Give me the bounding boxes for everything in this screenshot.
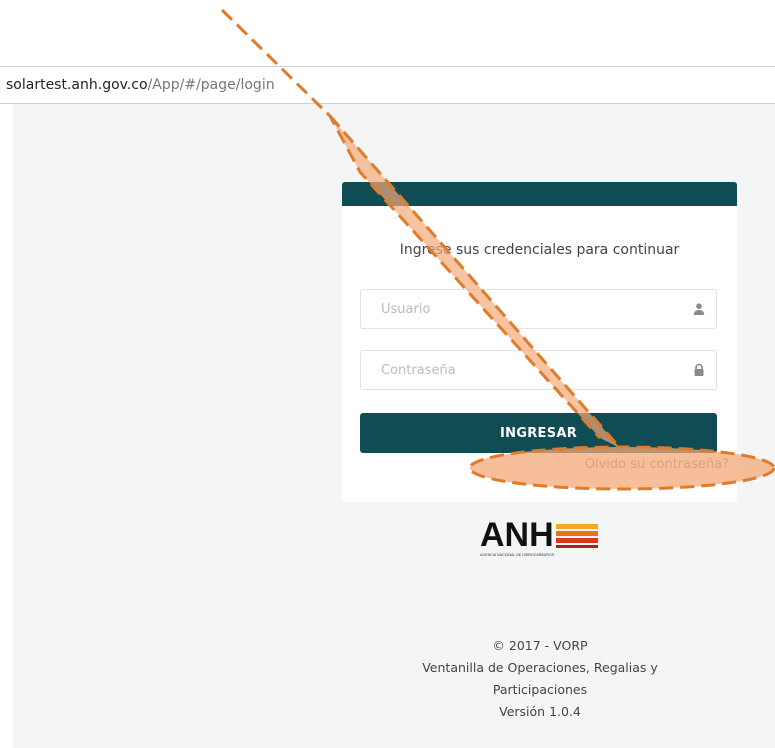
url-text[interactable]: solartest.anh.gov.co/App/#/page/login [6,77,275,93]
username-field[interactable] [360,289,717,329]
lock-icon [694,363,704,376]
anh-logo: ANH AGENCIA NACIONAL DE HIDROCARBUROS [480,516,598,557]
url-path: /App/#/page/login [147,77,275,93]
forgot-password-link[interactable]: Olvido su contraseña? [585,457,729,472]
footer-line1: Ventanilla de Operaciones, Regalias y [422,660,658,675]
logo-subtext: AGENCIA NACIONAL DE HIDROCARBUROS [480,553,555,557]
logo-text: ANH [480,516,554,554]
footer-version: Versión 1.0.4 [499,704,581,719]
page-footer: © 2017 - VORP Ventanilla de Operaciones,… [395,635,685,723]
login-prompt: Ingrese sus credenciales para continuar [399,242,680,258]
user-icon [693,303,705,315]
login-submit-button[interactable]: INGRESAR [360,413,717,453]
footer-copyright: © 2017 - VORP [492,638,588,653]
password-field[interactable] [360,350,717,390]
url-host: solartest.anh.gov.co [6,77,148,93]
username-input[interactable] [361,290,676,328]
login-card: Ingrese sus credenciales para continuar … [342,182,737,502]
password-input[interactable] [361,351,676,389]
browser-address-bar[interactable]: solartest.anh.gov.co/App/#/page/login [0,66,775,104]
screenshot-top-area [0,0,775,66]
footer-line2: Participaciones [492,682,588,697]
login-card-header [342,182,737,206]
